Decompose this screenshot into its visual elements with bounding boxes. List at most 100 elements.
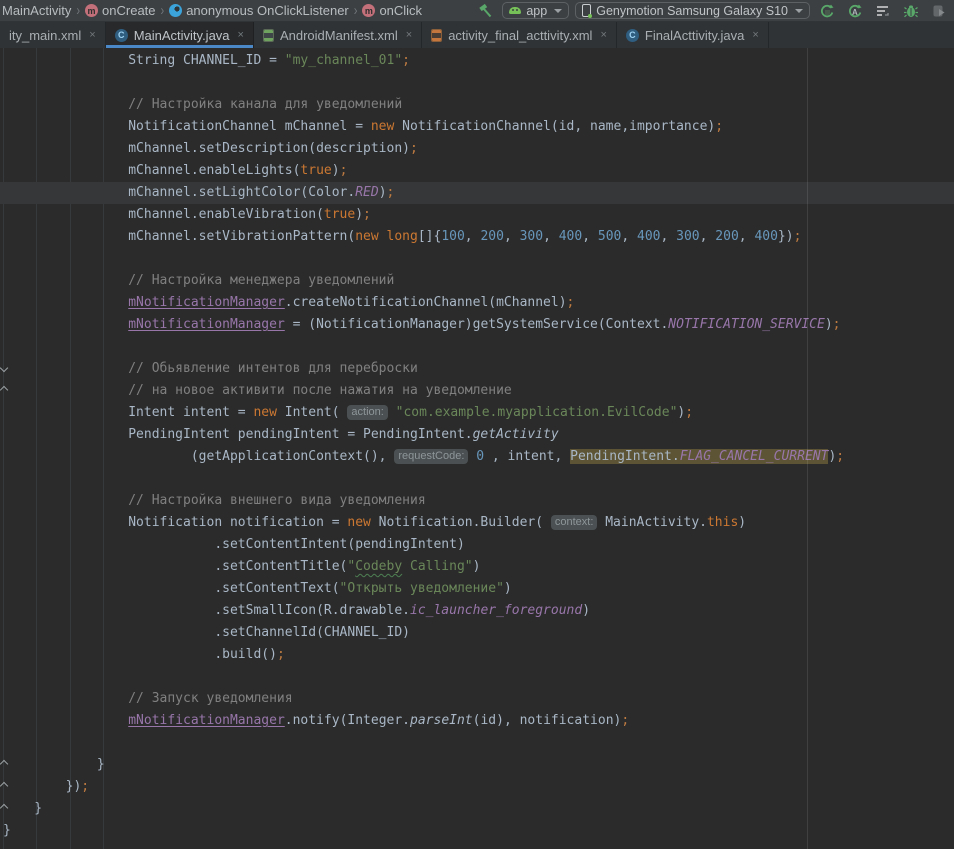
code-line[interactable]: mNotificationManager = (NotificationMana…	[0, 314, 954, 336]
code-token: }	[3, 757, 105, 772]
tab-close-icon[interactable]: ×	[752, 29, 758, 41]
code-line[interactable]: .setContentText("Открыть уведомление")	[0, 578, 954, 600]
code-line[interactable]: .build();	[0, 644, 954, 666]
code-token: Intent intent =	[3, 405, 253, 420]
code-token: ,	[465, 229, 481, 244]
tab-close-icon[interactable]: ×	[89, 29, 95, 41]
code-line[interactable]: }	[0, 820, 954, 842]
code-line[interactable]	[0, 732, 954, 754]
code-token	[3, 713, 128, 728]
code-area[interactable]: String CHANNEL_ID = "my_channel_01"; // …	[0, 48, 954, 842]
code-line[interactable]: // Настройка канала для уведомлений	[0, 94, 954, 116]
breadcrumb-item[interactable]: monCreate	[83, 3, 157, 18]
editor-tab[interactable]: ity_main.xml×	[0, 22, 106, 48]
code-token: ;	[685, 405, 693, 420]
breadcrumb-separator: ›	[73, 3, 83, 19]
code-token: // Настройка канала для уведомлений	[3, 97, 402, 112]
code-token: )	[379, 185, 387, 200]
code-token: new	[355, 229, 378, 244]
layout-xml-icon	[431, 29, 442, 42]
tab-close-icon[interactable]: ×	[600, 29, 606, 41]
breadcrumb-item[interactable]: MainActivity	[0, 3, 73, 18]
code-line[interactable]: // Запуск уведомления	[0, 688, 954, 710]
code-line[interactable]: // Настройка менеджера уведомлений	[0, 270, 954, 292]
editor-tab-bar: ity_main.xml×CMainActivity.java×AndroidM…	[0, 22, 954, 48]
code-line[interactable]: .setSmallIcon(R.drawable.ic_launcher_for…	[0, 600, 954, 622]
code-token: 400	[754, 229, 777, 244]
editor-tab[interactable]: AndroidManifest.xml ×	[254, 22, 422, 48]
code-token: })	[3, 779, 81, 794]
code-line[interactable]: // Обьявление интентов для переброски	[0, 358, 954, 380]
code-token: mChannel.setVibrationPattern(	[3, 229, 355, 244]
code-line[interactable]: mNotificationManager.createNotificationC…	[0, 292, 954, 314]
code-line[interactable]	[0, 336, 954, 358]
breadcrumb-item[interactable]: anonymous OnClickListener	[167, 3, 351, 18]
code-token: ;	[410, 141, 418, 156]
run-list-icon[interactable]	[872, 1, 894, 21]
code-token	[388, 405, 396, 420]
device-select[interactable]: Genymotion Samsung Galaxy S10	[575, 2, 810, 19]
code-line[interactable]	[0, 468, 954, 490]
editor-tab[interactable]: CMainActivity.java×	[106, 22, 254, 48]
code-token: 300	[676, 229, 699, 244]
code-line[interactable]: mChannel.enableLights(true);	[0, 160, 954, 182]
code-line[interactable]	[0, 666, 954, 688]
code-line[interactable]: });	[0, 776, 954, 798]
editor-tab[interactable]: CFinalActtivity.java×	[617, 22, 769, 48]
code-line[interactable]: }	[0, 798, 954, 820]
code-token: ;	[836, 449, 844, 464]
profile-icon[interactable]	[928, 1, 950, 21]
breadcrumb-item[interactable]: monClick	[360, 3, 424, 18]
build-hammer-icon[interactable]	[474, 1, 496, 21]
code-line[interactable]: .setChannelId(CHANNEL_ID)	[0, 622, 954, 644]
code-line[interactable]: NotificationChannel mChannel = new Notif…	[0, 116, 954, 138]
device-label: Genymotion Samsung Galaxy S10	[596, 4, 788, 18]
editor-tab[interactable]: activity_final_acttivity.xml×	[422, 22, 617, 48]
run-configuration-select[interactable]: app	[502, 2, 569, 19]
code-line[interactable]	[0, 248, 954, 270]
debug-icon[interactable]	[900, 1, 922, 21]
code-line[interactable]: // на новое активити после нажатия на ув…	[0, 380, 954, 402]
code-line[interactable]: }	[0, 754, 954, 776]
code-token: NOTIFICATION_SERVICE	[668, 317, 825, 332]
code-line[interactable]: // Настройка внешнего вида уведомления	[0, 490, 954, 512]
code-token: Notification.Builder(	[371, 515, 551, 530]
code-token: NotificationChannel mChannel =	[3, 119, 371, 134]
code-line[interactable]: PendingIntent pendingIntent = PendingInt…	[0, 424, 954, 446]
apply-code-changes-icon[interactable]: A	[844, 1, 866, 21]
code-token: PendingIntent pendingIntent = PendingInt…	[3, 427, 473, 442]
code-token: ;	[340, 163, 348, 178]
code-line[interactable]: Notification notification = new Notifica…	[0, 512, 954, 534]
code-line[interactable]: .setContentIntent(pendingIntent)	[0, 534, 954, 556]
code-token: .setContentTitle(	[3, 559, 347, 574]
code-token: ,	[504, 229, 520, 244]
code-token: )	[825, 317, 833, 332]
android-icon	[509, 7, 521, 14]
code-line[interactable]: mNotificationManager.notify(Integer.pars…	[0, 710, 954, 732]
tab-close-icon[interactable]: ×	[238, 29, 244, 41]
code-token	[3, 317, 128, 332]
code-line[interactable]: mChannel.setVibrationPattern(new long[]{…	[0, 226, 954, 248]
code-line[interactable]: mChannel.setLightColor(Color.RED);	[0, 182, 954, 204]
apply-changes-icon[interactable]	[816, 1, 838, 21]
breadcrumb-label: onCreate	[102, 3, 155, 18]
code-editor[interactable]: String CHANNEL_ID = "my_channel_01"; // …	[0, 48, 954, 849]
code-token: mChannel.setLightColor(Color.	[3, 185, 355, 200]
code-line[interactable]: Intent intent = new Intent( action: "com…	[0, 402, 954, 424]
code-token: 200	[480, 229, 503, 244]
code-token: .setContentText(	[3, 581, 340, 596]
code-token: // Обьявление интентов для переброски	[3, 361, 418, 376]
code-line[interactable]: mChannel.setDescription(description);	[0, 138, 954, 160]
code-line[interactable]	[0, 72, 954, 94]
code-token: ;	[402, 53, 410, 68]
tab-close-icon[interactable]: ×	[406, 29, 412, 41]
code-token: new	[371, 119, 394, 134]
code-token: )	[738, 515, 746, 530]
code-token: = (NotificationManager)getSystemService(…	[285, 317, 669, 332]
code-token: })	[778, 229, 794, 244]
code-line[interactable]: String CHANNEL_ID = "my_channel_01";	[0, 50, 954, 72]
tab-label: AndroidManifest.xml	[280, 28, 398, 43]
code-line[interactable]: .setContentTitle("Codeby Calling")	[0, 556, 954, 578]
code-line[interactable]: (getApplicationContext(), requestCode: 0…	[0, 446, 954, 468]
code-line[interactable]: mChannel.enableVibration(true);	[0, 204, 954, 226]
